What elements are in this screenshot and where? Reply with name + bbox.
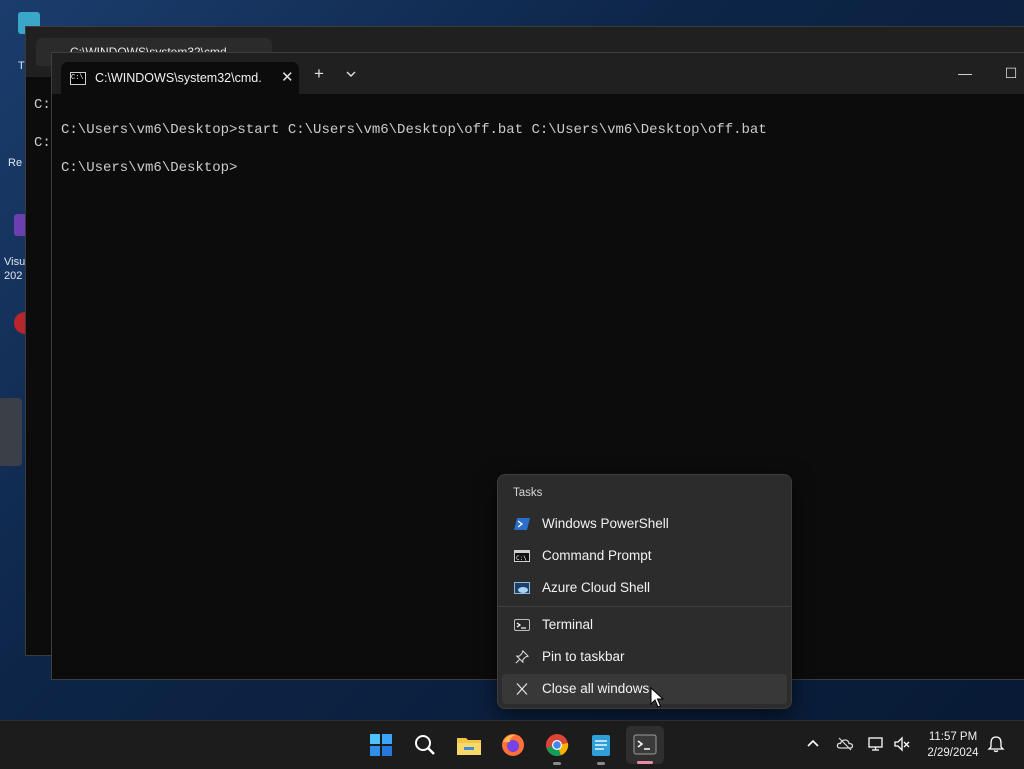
taskbar-terminal[interactable] (626, 726, 664, 764)
close-icon (516, 683, 528, 695)
jump-list-label: Terminal (542, 617, 594, 632)
windows-start-icon (370, 734, 392, 756)
notepad-icon (592, 735, 610, 756)
network-icon[interactable] (867, 735, 885, 753)
desktop-label: Visu (4, 256, 26, 268)
taskbar: 11:57 PM 2/29/2024 (0, 720, 1024, 769)
tab-bar: C:\ C:\WINDOWS\system32\cmd. ✕ + — ☐ (52, 53, 1024, 94)
jump-list-label: Pin to taskbar (542, 649, 625, 664)
desktop-icon-1[interactable] (0, 12, 40, 56)
minimize-button[interactable]: — (942, 65, 988, 85)
active-indicator (637, 761, 653, 764)
terminal-icon (633, 734, 657, 755)
terminal-line: C:\Users\vm6\Desktop>start C:\Users\vm6\… (61, 122, 767, 138)
maximize-button[interactable]: ☐ (988, 65, 1024, 85)
jump-list-item-powershell[interactable]: Windows PowerShell (502, 509, 787, 539)
tab-cmd[interactable]: C:\ C:\WINDOWS\system32\cmd. ✕ (61, 62, 299, 94)
chevron-down-icon[interactable] (345, 68, 357, 80)
new-tab-button[interactable]: + (314, 64, 324, 84)
jump-list-label: Azure Cloud Shell (542, 580, 651, 595)
tab-title: C:\WINDOWS\system32\cmd. (95, 71, 262, 85)
chrome-icon (546, 734, 569, 757)
terminal-line: C: (34, 135, 51, 151)
clock-time: 11:57 PM (928, 731, 978, 743)
jump-list-item-command-prompt[interactable]: C:\ Command Prompt (502, 541, 787, 571)
taskbar-chrome[interactable] (542, 730, 572, 765)
taskbar-notepad[interactable] (586, 730, 616, 765)
jump-list-label: Windows PowerShell (542, 516, 669, 531)
terminal-icon (514, 619, 530, 631)
jump-list-item-close-all-windows[interactable]: Close all windows (502, 674, 787, 704)
file-explorer-icon (457, 738, 481, 755)
system-clock[interactable]: 11:57 PM 2/29/2024 (918, 729, 988, 761)
desktop-label: T (18, 60, 25, 72)
terminal-line: C: (34, 97, 51, 113)
chevron-up-icon[interactable] (804, 735, 822, 753)
search-button[interactable] (410, 730, 440, 760)
cmd-icon: C:\ (70, 72, 86, 85)
start-button[interactable] (366, 730, 396, 760)
taskbar-firefox[interactable] (498, 730, 528, 760)
close-icon[interactable]: ✕ (281, 68, 294, 86)
jump-list-label: Command Prompt (542, 548, 652, 563)
jump-list-heading: Tasks (513, 487, 543, 499)
pin-icon (515, 650, 530, 664)
search-icon (415, 735, 435, 755)
desktop-icon-red[interactable] (0, 312, 36, 356)
jump-list-separator (498, 606, 791, 607)
desktop-label: Re (8, 157, 23, 169)
onedrive-icon[interactable] (836, 735, 854, 753)
mouse-cursor-icon (650, 687, 664, 708)
jump-list-label: Close all windows (542, 681, 650, 696)
desktop-label: 202 (4, 270, 23, 282)
clock-date: 2/29/2024 (927, 747, 979, 759)
jump-list-item-terminal[interactable]: Terminal (502, 610, 787, 640)
running-indicator (553, 762, 561, 765)
jump-list-item-azure-cloud-shell[interactable]: Azure Cloud Shell (502, 573, 787, 603)
running-indicator (597, 762, 605, 765)
powershell-icon (514, 518, 530, 530)
desktop-icon-vs[interactable] (0, 214, 36, 258)
firefox-icon (502, 734, 524, 756)
terminal-prompt: C:\Users\vm6\Desktop> (61, 160, 238, 176)
volume-muted-icon[interactable] (893, 735, 911, 753)
cmd-icon: C:\ (514, 550, 530, 562)
azure-cloud-icon (514, 582, 530, 594)
taskbar-file-explorer[interactable] (454, 730, 484, 760)
jump-list-item-pin-to-taskbar[interactable]: Pin to taskbar (502, 642, 787, 672)
taskbar-jump-list: Tasks Windows PowerShell C:\ Command Pro… (497, 474, 792, 709)
desktop-icon-selected[interactable] (0, 398, 22, 466)
notification-bell-icon[interactable] (987, 735, 1005, 753)
svg-text:C:\: C:\ (516, 555, 527, 562)
